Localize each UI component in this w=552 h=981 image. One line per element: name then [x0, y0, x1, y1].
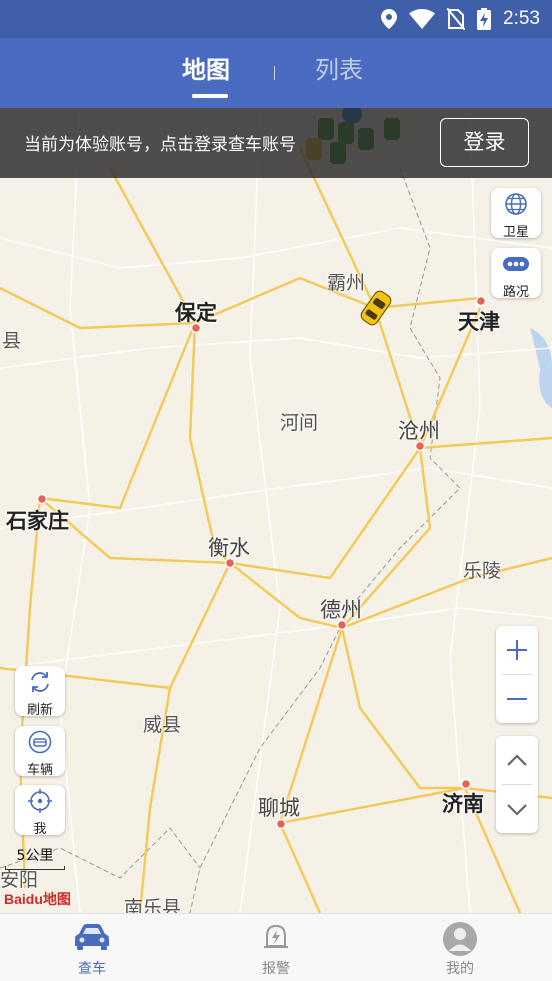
- status-time: 2:53: [503, 8, 540, 29]
- vehicles-button[interactable]: 车辆: [15, 726, 65, 778]
- chevron-up-icon: [507, 754, 527, 766]
- crosshair-icon: [28, 789, 52, 813]
- me-label: 我: [33, 822, 47, 837]
- pan-down-button[interactable]: [496, 785, 538, 833]
- satellite-label: 卫星: [502, 225, 529, 240]
- user-profile-icon: [443, 922, 477, 956]
- refresh-button[interactable]: 刷新: [15, 666, 65, 718]
- chevron-down-icon: [507, 804, 527, 816]
- guest-account-message: 当前为体验账号，点击登录查车账号: [24, 135, 296, 155]
- scale-label: 5公里: [16, 848, 54, 864]
- nav-alarm-label: 报警: [262, 961, 290, 977]
- battery-charging-icon: [477, 8, 492, 30]
- map-scale: 5公里: [5, 845, 65, 870]
- refresh-icon: [31, 672, 49, 692]
- minus-icon: [507, 698, 527, 700]
- map-label-bazhou: 霸州: [327, 272, 366, 294]
- nav-mine-label: 我的: [446, 961, 474, 977]
- tab-divider: [274, 66, 275, 80]
- tab-list[interactable]: 列表: [315, 50, 363, 85]
- baidu-logo-text: Baidu地图: [4, 891, 71, 907]
- map-label-hejian: 河间: [280, 412, 319, 434]
- nav-alarm[interactable]: 报警: [216, 914, 336, 981]
- guest-account-banner: 当前为体验账号，点击登录查车账号 登录: [0, 108, 552, 178]
- zoom-control: [496, 626, 538, 723]
- map-label-tianjin: 天津: [458, 310, 500, 334]
- vehicles-label: 车辆: [26, 763, 53, 778]
- map-label-weixian: 威县: [143, 714, 182, 736]
- zoom-out-button[interactable]: [496, 675, 538, 723]
- map-label-jinan: 济南: [442, 792, 484, 816]
- nav-search-car[interactable]: 查车: [32, 914, 152, 981]
- satellite-button[interactable]: 卫星: [491, 188, 541, 240]
- pan-control: [496, 736, 538, 833]
- location-icon: [381, 9, 398, 29]
- map-label-shijiazhuang: 石家庄: [6, 509, 69, 533]
- baidu-map-logo: Baidu地图: [4, 886, 71, 912]
- nav-search-car-label: 查车: [78, 961, 106, 977]
- login-button[interactable]: 登录: [440, 118, 529, 167]
- traffic-label: 路况: [502, 285, 529, 300]
- wifi-icon: [409, 9, 436, 29]
- map-label-dezhou: 德州: [320, 598, 362, 622]
- top-tab-bar: 地图 列表: [0, 38, 552, 108]
- map-label-leling: 乐陵: [463, 560, 502, 582]
- traffic-button[interactable]: 路况: [491, 248, 541, 300]
- bottom-nav: 查车 报警 我的: [0, 913, 552, 981]
- no-sim-icon: [447, 8, 466, 30]
- zoom-in-button[interactable]: [496, 626, 538, 674]
- map-label-liaocheng: 聊城: [258, 796, 300, 820]
- pan-up-button[interactable]: [496, 736, 538, 784]
- traffic-icon: [503, 257, 529, 271]
- status-bar: 2:53: [0, 0, 552, 38]
- my-location-button[interactable]: 我: [15, 785, 65, 837]
- tab-map[interactable]: 地图: [182, 50, 230, 85]
- map-canvas[interactable]: 保定 天津 石家庄 沧州 衡水 德州 聊城 济南 霸州 河间 乐陵 威县 安阳 …: [0, 108, 552, 913]
- map-label-hengshui: 衡水: [208, 536, 250, 560]
- refresh-label: 刷新: [26, 703, 53, 718]
- scale-bar: [5, 866, 65, 870]
- alarm-bell-icon: [264, 924, 288, 948]
- car-icon: [75, 924, 109, 950]
- globe-icon: [505, 193, 527, 215]
- plus-icon: [507, 640, 527, 660]
- nav-mine[interactable]: 我的: [400, 914, 520, 981]
- status-icons: 2:53: [381, 0, 540, 38]
- active-tab-indicator: [192, 94, 228, 98]
- car-front-icon: [28, 730, 52, 754]
- map-label-baoding: 保定: [175, 301, 217, 325]
- map-label-cangzhou: 沧州: [398, 419, 440, 443]
- map-label-county-partial: 县: [2, 330, 22, 352]
- map-label-nanlexian: 南乐县: [124, 897, 182, 913]
